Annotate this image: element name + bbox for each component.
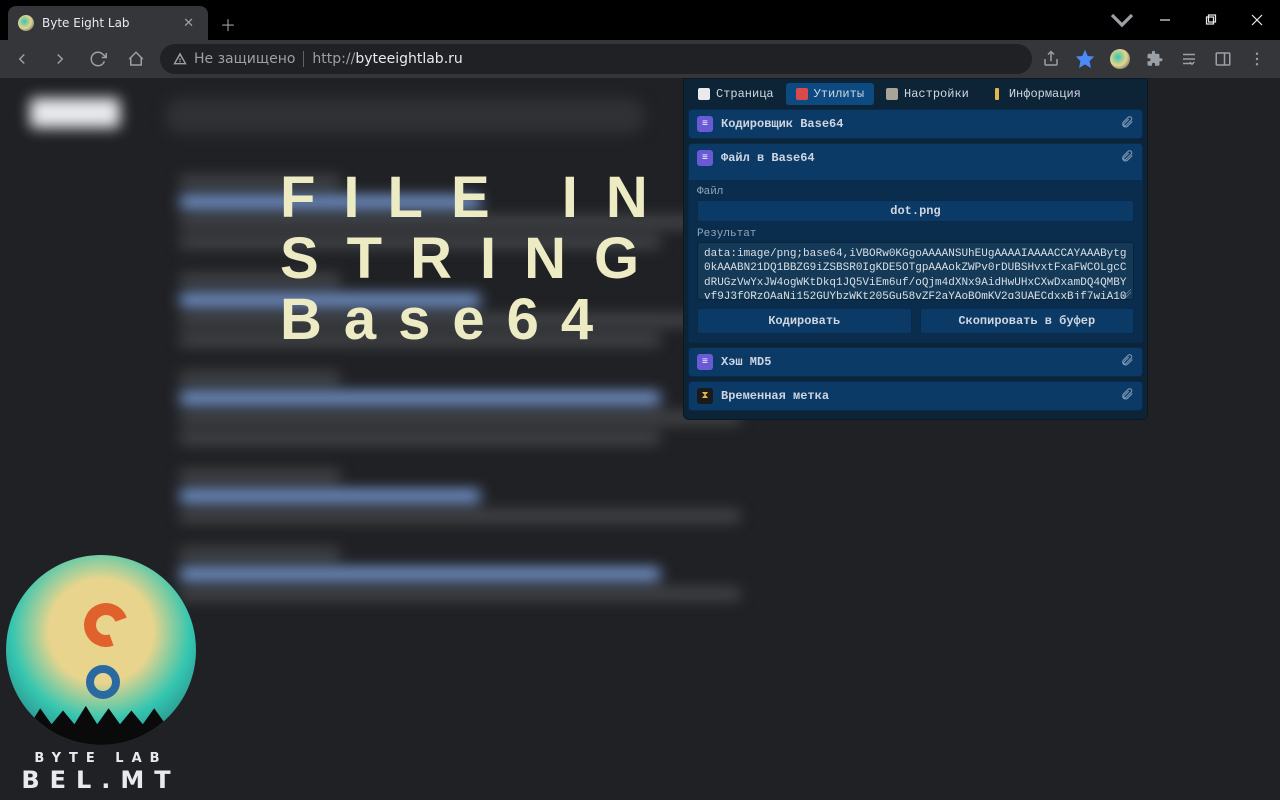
- utilities-icon: [796, 88, 808, 100]
- tab-page[interactable]: Страница: [688, 83, 784, 105]
- tab-utilities[interactable]: Утилиты: [786, 83, 874, 105]
- extensions-icon[interactable]: [1146, 50, 1164, 68]
- extension-badge-icon[interactable]: [1110, 49, 1130, 69]
- attach-icon[interactable]: [1120, 353, 1134, 371]
- reload-button[interactable]: [84, 45, 112, 73]
- result-field-label: Результат: [697, 228, 1134, 240]
- address-separator: [303, 51, 304, 67]
- resize-handle-icon[interactable]: [1121, 289, 1131, 299]
- hash-icon: ≡: [697, 354, 713, 370]
- toolbar-actions: [1042, 49, 1272, 69]
- hero-line-1: FILE IN: [280, 168, 676, 229]
- favicon-icon: [18, 15, 34, 31]
- tabs-chevron-down-icon[interactable]: [1102, 0, 1142, 40]
- share-icon[interactable]: [1042, 50, 1060, 68]
- item-timestamp[interactable]: ⧗ Временная метка: [688, 381, 1143, 411]
- side-panel-icon[interactable]: [1214, 50, 1232, 68]
- hero-line-2: STRING: [280, 229, 676, 290]
- hourglass-icon: ⧗: [697, 388, 713, 404]
- button-row: Кодировать Скопировать в буфер: [697, 308, 1134, 334]
- panel-tabs: Страница Утилиты Настройки Информация: [688, 83, 1143, 105]
- attach-icon[interactable]: [1120, 387, 1134, 405]
- reading-list-icon[interactable]: [1180, 50, 1198, 68]
- bookmark-star-icon[interactable]: [1076, 50, 1094, 68]
- browser-tab[interactable]: Byte Eight Lab ✕: [8, 6, 208, 40]
- encode-button[interactable]: Кодировать: [697, 308, 912, 334]
- back-button[interactable]: [8, 45, 36, 73]
- page-content: FILE IN STRING Base64 Страница Утилиты Н…: [0, 78, 1280, 800]
- info-icon: [995, 88, 999, 100]
- attach-icon[interactable]: [1120, 149, 1134, 167]
- minimize-button[interactable]: [1142, 0, 1188, 40]
- maximize-button[interactable]: [1188, 0, 1234, 40]
- tab-title: Byte Eight Lab: [42, 16, 130, 30]
- menu-dots-icon[interactable]: [1248, 50, 1266, 68]
- encoder-icon: ≡: [697, 116, 713, 132]
- settings-icon: [886, 88, 898, 100]
- close-tab-icon[interactable]: ✕: [179, 14, 198, 33]
- item-file-in-base64: ≡ Файл в Base64 Файл dot.png Результат d…: [688, 143, 1143, 343]
- hero-line-3: Base64: [280, 290, 676, 351]
- tab-info[interactable]: Информация: [981, 83, 1091, 105]
- window-controls: [1142, 0, 1280, 40]
- item-base64-encoder[interactable]: ≡ Кодировщик Base64: [688, 109, 1143, 139]
- address-url: http://byteeightlab.ru: [312, 51, 462, 67]
- forward-button[interactable]: [46, 45, 74, 73]
- browser-toolbar: Не защищено http://byteeightlab.ru: [0, 40, 1280, 78]
- close-window-button[interactable]: [1234, 0, 1280, 40]
- page-icon: [698, 88, 710, 100]
- brand-label-2: BEL.MT: [6, 766, 196, 794]
- new-tab-button[interactable]: ＋: [214, 10, 242, 38]
- result-textarea[interactable]: data:image/png;base64,iVBORw0KGgoAAAANSU…: [697, 242, 1134, 300]
- brand-logo-icon: [6, 555, 196, 745]
- tab-strip: Byte Eight Lab ✕ ＋: [0, 0, 1102, 40]
- window-titlebar: Byte Eight Lab ✕ ＋: [0, 0, 1280, 40]
- not-secure-warning: Не защищено: [172, 51, 295, 67]
- file-field-label: Файл: [697, 186, 1134, 198]
- attach-icon[interactable]: [1120, 115, 1134, 133]
- encoder-icon: ≡: [697, 150, 713, 166]
- tab-settings[interactable]: Настройки: [876, 83, 979, 105]
- item-file-in-base64-header[interactable]: ≡ Файл в Base64: [689, 144, 1142, 172]
- extension-panel: Страница Утилиты Настройки Информация ≡ …: [683, 78, 1148, 420]
- copy-button[interactable]: Скопировать в буфер: [920, 308, 1135, 334]
- address-bar[interactable]: Не защищено http://byteeightlab.ru: [160, 44, 1032, 74]
- item-file-in-base64-body: Файл dot.png Результат data:image/png;ba…: [689, 180, 1142, 342]
- brand-label-1: BYTE LAB: [6, 751, 196, 766]
- file-picker[interactable]: dot.png: [697, 200, 1134, 222]
- brand-badge: BYTE LAB BEL.MT: [6, 555, 196, 794]
- home-button[interactable]: [122, 45, 150, 73]
- hero-text: FILE IN STRING Base64: [280, 168, 676, 351]
- item-md5[interactable]: ≡ Хэш MD5: [688, 347, 1143, 377]
